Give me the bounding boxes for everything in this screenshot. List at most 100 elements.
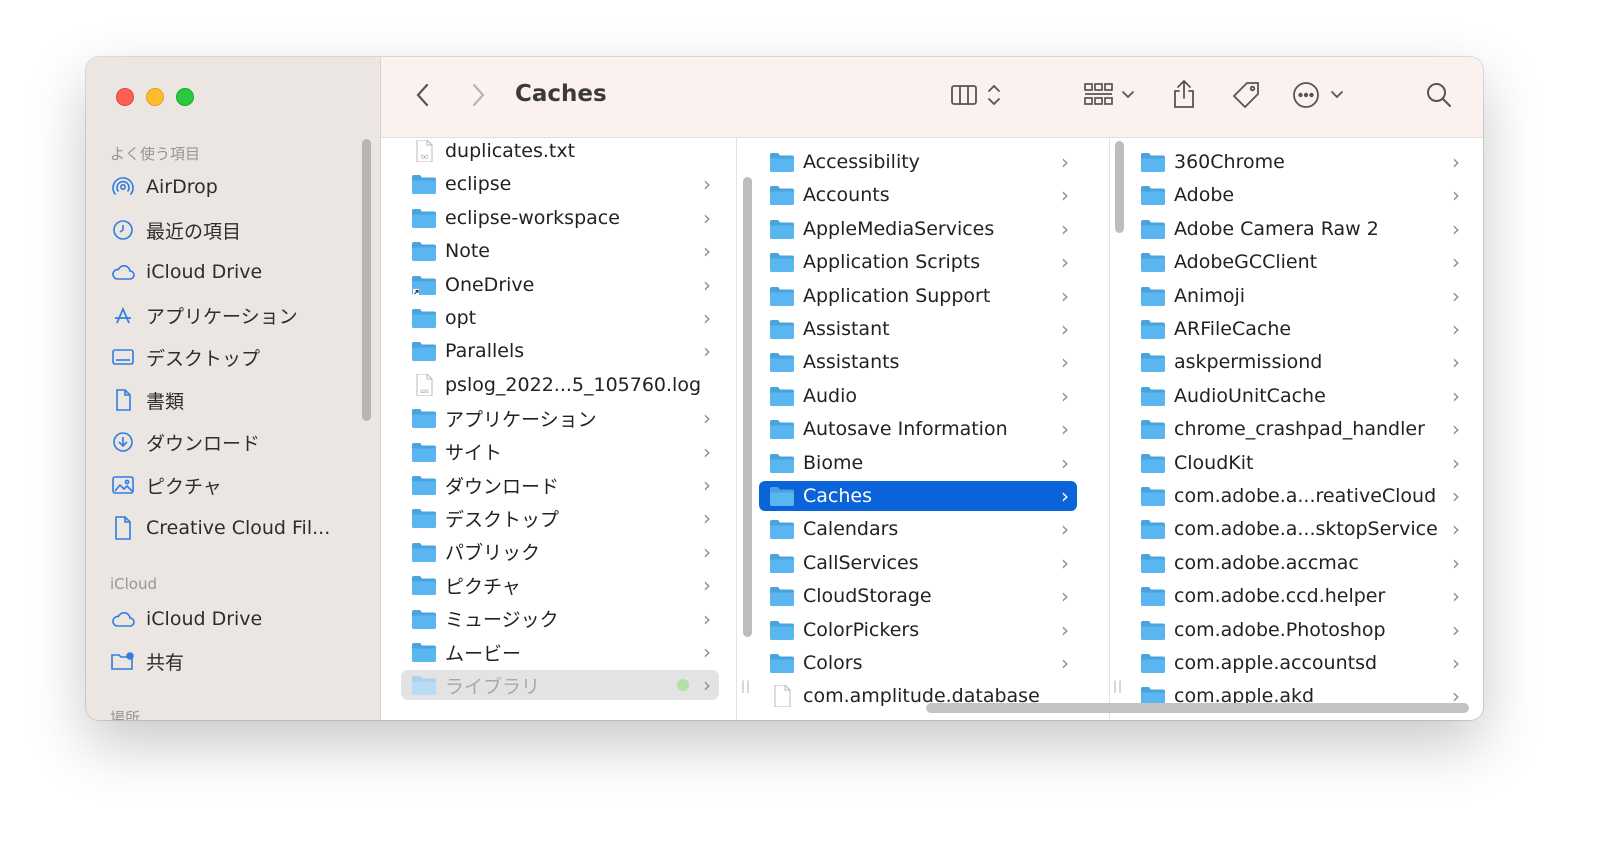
list-item[interactable]: ダウンロード ›: [401, 470, 719, 500]
list-item[interactable]: askpermissiond ›: [1130, 347, 1468, 377]
list-item[interactable]: Audio ›: [759, 381, 1077, 411]
list-item[interactable]: chrome_crashpad_handler ›: [1130, 414, 1468, 444]
sidebar-item-applications[interactable]: アプリケーション: [110, 300, 298, 330]
folder-icon: [1130, 652, 1174, 674]
sidebar-item-icloud-drive-2[interactable]: iCloud Drive: [110, 604, 262, 634]
folder-icon: [759, 452, 803, 474]
list-item[interactable]: デスクトップ ›: [401, 503, 719, 533]
list-item[interactable]: ARFileCache ›: [1130, 314, 1468, 344]
sidebar-section-locations: 場所: [110, 709, 141, 720]
list-item[interactable]: CallServices ›: [759, 548, 1077, 578]
minimize-button[interactable]: [146, 88, 164, 106]
list-item[interactable]: Application Scripts ›: [759, 247, 1077, 277]
list-item[interactable]: ColorPickers ›: [759, 615, 1077, 645]
zoom-button[interactable]: [176, 88, 194, 106]
document-icon: [110, 387, 136, 413]
list-item[interactable]: Biome ›: [759, 448, 1077, 478]
chevron-right-icon: ›: [1061, 550, 1069, 575]
chevron-right-icon: ›: [1061, 350, 1069, 375]
list-item[interactable]: Autosave Information ›: [759, 414, 1077, 444]
sidebar-item-airdrop[interactable]: AirDrop: [110, 172, 218, 202]
chevron-right-icon: ›: [703, 339, 711, 364]
list-item[interactable]: Note ›: [401, 236, 719, 266]
list-item[interactable]: eclipse ›: [401, 169, 719, 199]
forward-button[interactable]: [464, 81, 492, 113]
chevron-right-icon: ›: [1452, 150, 1460, 174]
sidebar-item-desktop[interactable]: デスクトップ: [110, 342, 260, 372]
view-mode-button[interactable]: [949, 79, 1009, 115]
list-item[interactable]: TXT duplicates.txt: [401, 138, 719, 166]
file-icon: [110, 515, 136, 541]
list-item[interactable]: 360Chrome ›: [1130, 147, 1468, 177]
horizontal-scrollbar[interactable]: [926, 703, 1469, 713]
sidebar-item-pictures[interactable]: ピクチャ: [110, 470, 222, 500]
search-button[interactable]: [1421, 79, 1457, 115]
list-item[interactable]: com.apple.accountsd ›: [1130, 648, 1468, 678]
sidebar-item-creative-cloud[interactable]: Creative Cloud Fil...: [110, 513, 330, 543]
list-item[interactable]: eclipse-workspace ›: [401, 203, 719, 233]
list-item[interactable]: Colors ›: [759, 648, 1077, 678]
back-button[interactable]: [409, 81, 437, 113]
list-item[interactable]: アプリケーション ›: [401, 403, 719, 433]
list-item[interactable]: com.adobe.a...sktopService ›: [1130, 514, 1468, 544]
sidebar-item-label: ダウンロード: [146, 432, 261, 455]
chevron-right-icon: ›: [703, 640, 711, 664]
list-item[interactable]: Animoji ›: [1130, 281, 1468, 311]
column-resize-handle[interactable]: ||: [1113, 679, 1123, 693]
list-item[interactable]: AppleMediaServices ›: [759, 214, 1077, 244]
item-label: サイト: [445, 442, 503, 465]
list-item[interactable]: AdobeGCClient ›: [1130, 247, 1468, 277]
list-item[interactable]: Adobe ›: [1130, 180, 1468, 210]
file-icon: LOG: [401, 373, 445, 396]
chevron-right-icon: ›: [1452, 250, 1460, 275]
column-home-scrollbar[interactable]: [743, 177, 752, 637]
sidebar-item-downloads[interactable]: ダウンロード: [110, 427, 260, 457]
list-item-library[interactable]: ライブラリ ›: [401, 670, 719, 701]
list-item[interactable]: AudioUnitCache ›: [1130, 381, 1468, 411]
sidebar-item-documents[interactable]: 書類: [110, 385, 184, 415]
list-item[interactable]: Accounts ›: [759, 180, 1077, 210]
list-item[interactable]: Assistants ›: [759, 347, 1077, 377]
list-item[interactable]: Calendars ›: [759, 514, 1077, 544]
sidebar-item-icloud-drive[interactable]: iCloud Drive: [110, 257, 262, 287]
list-item[interactable]: ミュージック ›: [401, 604, 719, 634]
list-item[interactable]: opt ›: [401, 303, 719, 333]
svg-text:LOG: LOG: [420, 389, 428, 394]
file-icon: [759, 685, 803, 708]
list-item[interactable]: Application Support ›: [759, 281, 1077, 311]
column-library-scrollbar[interactable]: [1115, 141, 1124, 233]
chevron-right-icon: ›: [703, 205, 711, 230]
list-item[interactable]: com.adobe.accmac ›: [1130, 548, 1468, 578]
folder-icon: [401, 207, 445, 229]
list-item[interactable]: OneDrive ›: [401, 270, 719, 300]
list-item[interactable]: com.adobe.ccd.helper ›: [1130, 581, 1468, 611]
list-item[interactable]: ムービー ›: [401, 637, 719, 667]
item-label: ダウンロード: [445, 475, 560, 498]
share-button[interactable]: [1168, 77, 1200, 115]
folder-icon: [401, 274, 445, 296]
list-item[interactable]: Assistant ›: [759, 314, 1077, 344]
column-resize-handle[interactable]: ||: [741, 679, 751, 693]
sidebar-scrollbar[interactable]: [362, 139, 371, 421]
list-item[interactable]: com.adobe.Photoshop ›: [1130, 615, 1468, 645]
list-item-caches-selected[interactable]: Caches ›: [759, 481, 1077, 511]
sidebar-item-recents[interactable]: 最近の項目: [110, 215, 241, 245]
list-item[interactable]: CloudKit ›: [1130, 448, 1468, 478]
list-item[interactable]: Adobe Camera Raw 2 ›: [1130, 214, 1468, 244]
list-item[interactable]: CloudStorage ›: [759, 581, 1077, 611]
list-item[interactable]: サイト ›: [401, 437, 719, 467]
list-item[interactable]: com.adobe.a...reativeCloud ›: [1130, 481, 1468, 511]
chevron-right-icon: ›: [703, 406, 711, 431]
group-button[interactable]: [1081, 79, 1141, 115]
list-item[interactable]: Parallels ›: [401, 336, 719, 366]
sidebar-item-shared[interactable]: 共有: [110, 646, 184, 676]
close-button[interactable]: [116, 88, 134, 106]
list-item[interactable]: ピクチャ ›: [401, 570, 719, 600]
more-button[interactable]: [1289, 79, 1349, 115]
tag-button[interactable]: [1229, 79, 1263, 115]
list-item[interactable]: Accessibility ›: [759, 147, 1077, 177]
list-item[interactable]: LOG pslog_2022...5_105760.log: [401, 370, 719, 400]
list-item[interactable]: パブリック ›: [401, 537, 719, 567]
folder-icon: [1130, 619, 1174, 641]
folder-icon: [1130, 351, 1174, 373]
